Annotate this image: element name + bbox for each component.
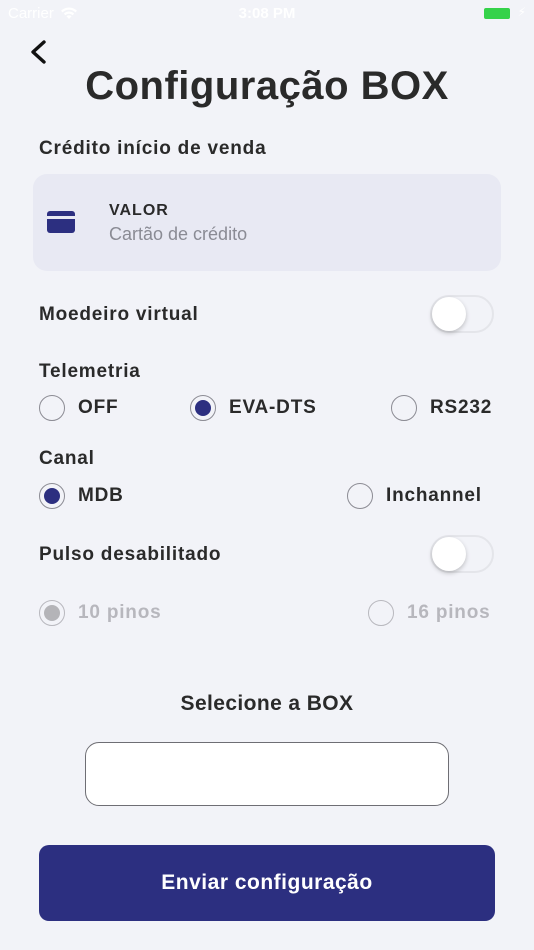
valor-value: Cartão de crédito xyxy=(109,224,248,244)
battery-icon xyxy=(484,8,510,19)
valor-label: VALOR xyxy=(109,202,169,219)
radio-label: RS232 xyxy=(430,397,493,418)
send-config-button[interactable]: Enviar configuração xyxy=(39,845,495,921)
moedeiro-label: Moedeiro virtual xyxy=(39,304,199,325)
moedeiro-toggle[interactable] xyxy=(430,295,494,333)
pulso-option-16-pinos[interactable]: 16 pinos xyxy=(368,600,490,626)
radio-label: MDB xyxy=(78,485,124,506)
radio-label: 10 pinos xyxy=(78,602,162,623)
credit-card-icon xyxy=(47,211,75,233)
radio-label: EVA-DTS xyxy=(229,397,317,418)
radio-circle xyxy=(368,600,394,626)
radio-circle-selected xyxy=(39,600,65,626)
telemetria-option-off[interactable]: OFF xyxy=(39,395,118,421)
radio-circle xyxy=(39,395,65,421)
toggle-knob xyxy=(432,297,466,331)
canal-option-inchannel[interactable]: Inchannel xyxy=(347,483,482,509)
pulso-option-10-pinos[interactable]: 10 pinos xyxy=(39,600,161,626)
radio-circle-selected xyxy=(190,395,216,421)
canal-label: Canal xyxy=(39,448,95,469)
box-input[interactable] xyxy=(85,742,449,806)
select-box-title: Selecione a BOX xyxy=(180,692,354,715)
radio-label: Inchannel xyxy=(386,485,482,506)
radio-circle xyxy=(391,395,417,421)
canal-option-mdb[interactable]: MDB xyxy=(39,483,124,509)
radio-circle xyxy=(347,483,373,509)
toggle-knob xyxy=(432,537,466,571)
status-time: 3:08 PM xyxy=(238,5,296,22)
telemetria-option-eva-dts[interactable]: EVA-DTS xyxy=(190,395,317,421)
telemetria-label: Telemetria xyxy=(39,361,141,382)
radio-circle-selected xyxy=(39,483,65,509)
status-bar: Carrier 3:08 PM ⚡ xyxy=(0,0,534,28)
telemetria-option-rs232[interactable]: RS232 xyxy=(391,395,492,421)
pulso-label: Pulso desabilitado xyxy=(39,544,222,565)
credit-section-label: Crédito início de venda xyxy=(39,138,267,159)
page-title: Configuração BOX xyxy=(85,64,449,108)
pulso-toggle[interactable] xyxy=(430,535,494,573)
radio-label: 16 pinos xyxy=(407,602,491,623)
credit-value-selector[interactable]: VALOR Cartão de crédito xyxy=(33,174,501,271)
radio-label: OFF xyxy=(78,397,119,418)
charging-icon: ⚡ xyxy=(517,5,526,19)
